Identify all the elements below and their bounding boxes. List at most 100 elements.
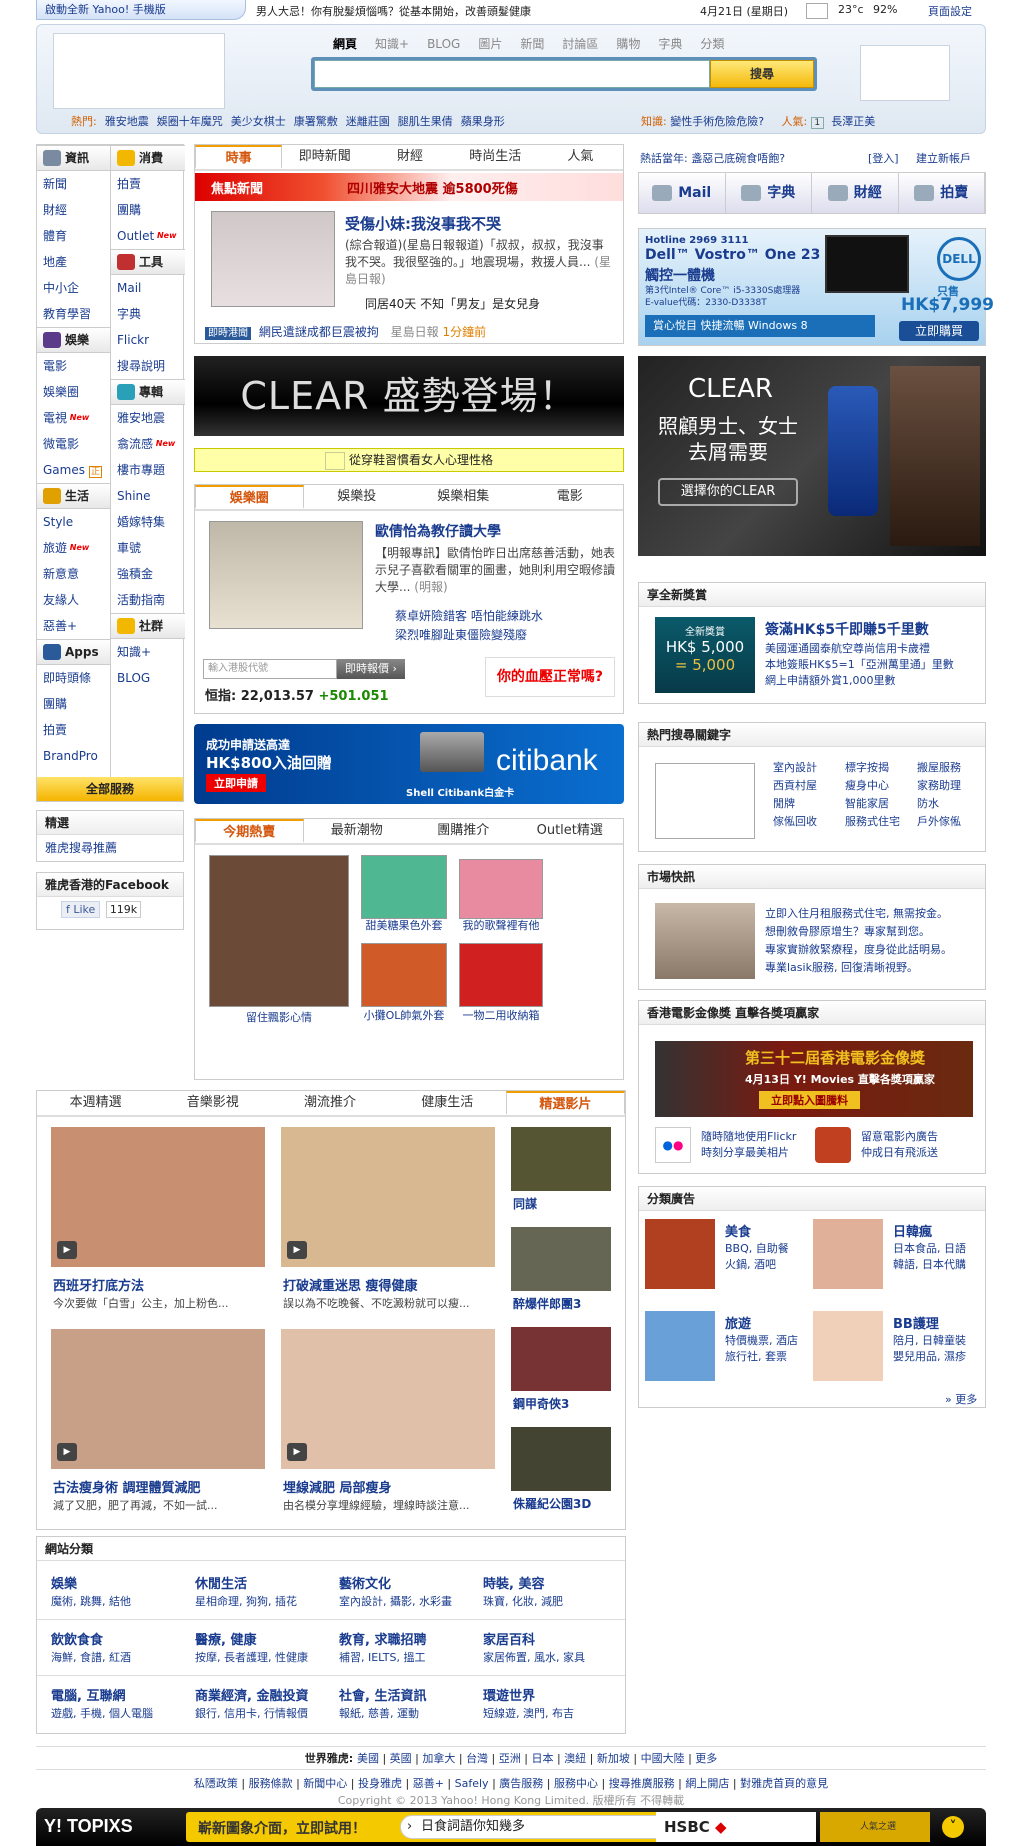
footer-link[interactable]: Safely	[455, 1777, 489, 1790]
tab-4[interactable]: 精選影片	[505, 1091, 626, 1115]
classified-heading[interactable]: 美食	[725, 1221, 751, 1240]
nav-item[interactable]: 知識+	[111, 639, 185, 665]
movie-title[interactable]: 侏羅紀公園3D	[513, 1495, 591, 1512]
hot-topic-link[interactable]: 熱話當年: 盞惡己底碗食唔飽?	[640, 152, 785, 165]
tab-0[interactable]: 娛樂圈	[195, 485, 304, 509]
world-link[interactable]: 澳紐	[564, 1752, 586, 1765]
service-finance[interactable]: 財經	[812, 173, 899, 213]
video-title[interactable]: 埋線減肥 局部瘦身	[283, 1477, 392, 1496]
search-button[interactable]: 搜尋	[710, 60, 814, 88]
category-heading[interactable]: 商業經濟, 金融投資	[195, 1685, 308, 1704]
movie-title[interactable]: 鋼甲奇俠3	[513, 1395, 569, 1412]
classified-image[interactable]	[645, 1311, 715, 1381]
classified-links[interactable]: 特價機票, 酒店 旅行社, 套票	[725, 1333, 798, 1365]
footer-link[interactable]: 服務中心	[554, 1777, 598, 1790]
classified-image[interactable]	[813, 1219, 883, 1289]
category-links[interactable]: 魔術, 跳舞, 結他	[51, 1593, 131, 1609]
tab-0[interactable]: 本週精選	[37, 1091, 154, 1115]
footer-link[interactable]: 搜尋推廣服務	[609, 1777, 675, 1790]
film-awards-banner[interactable]: 第三十二屆香港電影金像獎 4月13日 Y! Movies 直擊各獎項贏家 立即點…	[655, 1041, 973, 1117]
nav-item[interactable]: 惡善+	[37, 613, 110, 639]
nav-item[interactable]: 體育	[37, 223, 110, 249]
nav-item[interactable]: 活動指南	[111, 587, 185, 613]
focus-news-bar[interactable]: 焦點新聞 四川雅安大地震 逾5800死傷	[195, 173, 623, 201]
video-thumbnail[interactable]	[281, 1329, 495, 1469]
keyword-link[interactable]: 標字按揭	[845, 759, 889, 775]
category-links[interactable]: 珠寶, 化妝, 減肥	[483, 1593, 563, 1609]
ent-related-1[interactable]: 蔡卓妍險錯客 唔怕能練跳水	[395, 607, 543, 626]
keyword-link[interactable]: 戶外傢俬	[917, 813, 961, 829]
hot-search-link[interactable]: 娛圈十年魔咒	[157, 115, 223, 128]
nav-section-娛樂[interactable]: 娛樂	[37, 327, 110, 353]
nav-item[interactable]: BrandPro	[37, 743, 110, 769]
play-icon[interactable]: ▶	[287, 1443, 307, 1461]
video-title[interactable]: 古法瘦身術 調理體質減肥	[53, 1477, 201, 1496]
more-link[interactable]: » 更多	[945, 1391, 977, 1407]
search-tab-1[interactable]: 知識+	[375, 37, 409, 51]
chevron-down-icon[interactable]: ˅	[942, 1816, 964, 1838]
nav-item[interactable]: 婚嫁特集	[111, 509, 185, 535]
footer-link[interactable]: 惡善+	[413, 1777, 444, 1790]
tab-3[interactable]: 電影	[517, 485, 624, 509]
category-heading[interactable]: 教育, 求職招聘	[339, 1629, 426, 1648]
keyword-link[interactable]: 西貢村屋	[773, 777, 817, 793]
category-links[interactable]: 按摩, 長者護理, 性健康	[195, 1649, 308, 1665]
tab-2[interactable]: 潮流推介	[271, 1091, 388, 1115]
product-caption[interactable]: 我的歌聲裡有他	[459, 917, 543, 933]
nav-section-社群[interactable]: 社群	[111, 613, 185, 639]
tab-3[interactable]: 時尚生活	[453, 145, 538, 169]
search-tab-2[interactable]: BLOG	[427, 37, 460, 51]
reward-headline[interactable]: 簽滿HK$5千即賺5千里數	[765, 619, 929, 639]
market-link[interactable]: 專業lasik服務, 回復清晰視野。	[765, 959, 952, 977]
world-link[interactable]: 加拿大	[422, 1752, 455, 1765]
product-caption[interactable]: 小攤OL帥氣外套	[361, 1007, 447, 1023]
nav-item[interactable]: Shine	[111, 483, 185, 509]
stock-quote-button[interactable]: 即時報價 ›	[337, 659, 405, 679]
category-heading[interactable]: 飲飲食食	[51, 1629, 103, 1648]
tab-2[interactable]: 財經	[367, 145, 452, 169]
yahoo-logo[interactable]	[53, 33, 225, 109]
footer-link[interactable]: 對雅虎首頁的意見	[740, 1777, 828, 1790]
page-setting-link[interactable]: 頁面設定	[928, 3, 972, 19]
tab-0[interactable]: 時事	[195, 145, 283, 169]
tab-1[interactable]: 音樂影視	[154, 1091, 271, 1115]
hot-search-link[interactable]: 美少女棋士	[231, 115, 286, 128]
category-links[interactable]: 銀行, 信用卡, 行情報價	[195, 1705, 308, 1721]
movie-link[interactable]: 留意電影內廣告 仲成日有飛派送	[861, 1129, 938, 1161]
login-link[interactable]: [登入]	[868, 150, 899, 166]
nav-item[interactable]: 電視 New	[37, 405, 110, 431]
world-link[interactable]: 中國大陸	[641, 1752, 685, 1765]
product-caption[interactable]: 留住飄影心情	[209, 1009, 349, 1025]
nav-item[interactable]: 字典	[111, 301, 185, 327]
nav-item[interactable]: 友緣人	[37, 587, 110, 613]
category-links[interactable]: 家居佈置, 風水, 家具	[483, 1649, 585, 1665]
weather-icon[interactable]	[806, 3, 828, 19]
nav-item[interactable]: 娛樂圈	[37, 379, 110, 405]
nav-section-工具[interactable]: 工具	[111, 249, 185, 275]
category-heading[interactable]: 娛樂	[51, 1573, 77, 1592]
category-heading[interactable]: 時裝, 美容	[483, 1573, 544, 1592]
search-tab-8[interactable]: 分類	[700, 37, 724, 51]
nav-item[interactable]: 團購	[111, 197, 185, 223]
classified-image[interactable]	[645, 1219, 715, 1289]
search-tab-0[interactable]: 網頁	[333, 37, 357, 51]
nav-item[interactable]: BLOG	[111, 665, 185, 691]
nav-item[interactable]: 翕流感 New	[111, 431, 185, 457]
yellow-text-link[interactable]: 從穿鞋習慣看女人心理性格	[194, 448, 624, 472]
world-link[interactable]: 英國	[390, 1752, 412, 1765]
search-tab-6[interactable]: 購物	[616, 37, 640, 51]
category-links[interactable]: 星相命理, 狗狗, 插花	[195, 1593, 297, 1609]
category-links[interactable]: 海鮮, 食譜, 紅酒	[51, 1649, 131, 1665]
product-image[interactable]	[459, 943, 543, 1007]
search-tab-4[interactable]: 新聞	[520, 37, 544, 51]
tab-1[interactable]: 即時新聞	[282, 145, 367, 169]
movie-thumbnail[interactable]	[511, 1427, 611, 1491]
clear-side-ad[interactable]: CLEAR 照顧男士、女士 去屑需要 選擇你的CLEAR	[638, 356, 986, 556]
nav-item[interactable]: 強積金	[111, 561, 185, 587]
world-link[interactable]: 新加坡	[597, 1752, 630, 1765]
category-heading[interactable]: 藝術文化	[339, 1573, 391, 1592]
nav-item[interactable]: Outlet New	[111, 223, 185, 249]
news-photo[interactable]	[211, 211, 335, 307]
hsbc-ad[interactable]: HSBC ◆	[656, 1812, 816, 1842]
ent-related-2[interactable]: 梁烈唯腳趾東僵險變殘廢	[395, 626, 543, 645]
